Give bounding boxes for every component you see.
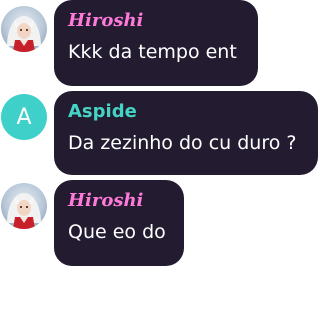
- author-name[interactable]: Aspide: [68, 101, 304, 123]
- message-text: Kkk da tempo ent: [68, 41, 237, 63]
- avatar[interactable]: [1, 6, 47, 52]
- message-text: Da zezinho do cu duro ?: [68, 132, 297, 154]
- avatar[interactable]: [1, 183, 47, 229]
- avatar[interactable]: A: [1, 94, 47, 140]
- anime-character-avatar-icon: [7, 193, 41, 229]
- message-bubble[interactable]: Hiroshi Que eo do: [54, 180, 184, 266]
- message-bubble[interactable]: Aspide Da zezinho do cu duro ?: [54, 91, 318, 175]
- chat-transcript: Hiroshi Kkk da tempo ent A Aspide Da zez…: [0, 0, 320, 317]
- message-text: Que eo do: [68, 221, 166, 243]
- avatar-letter: A: [16, 104, 32, 130]
- anime-character-avatar-icon: [7, 16, 41, 52]
- author-name[interactable]: Hiroshi: [68, 190, 170, 212]
- author-name[interactable]: Hiroshi: [68, 10, 244, 32]
- message-bubble[interactable]: Hiroshi Kkk da tempo ent: [54, 0, 258, 86]
